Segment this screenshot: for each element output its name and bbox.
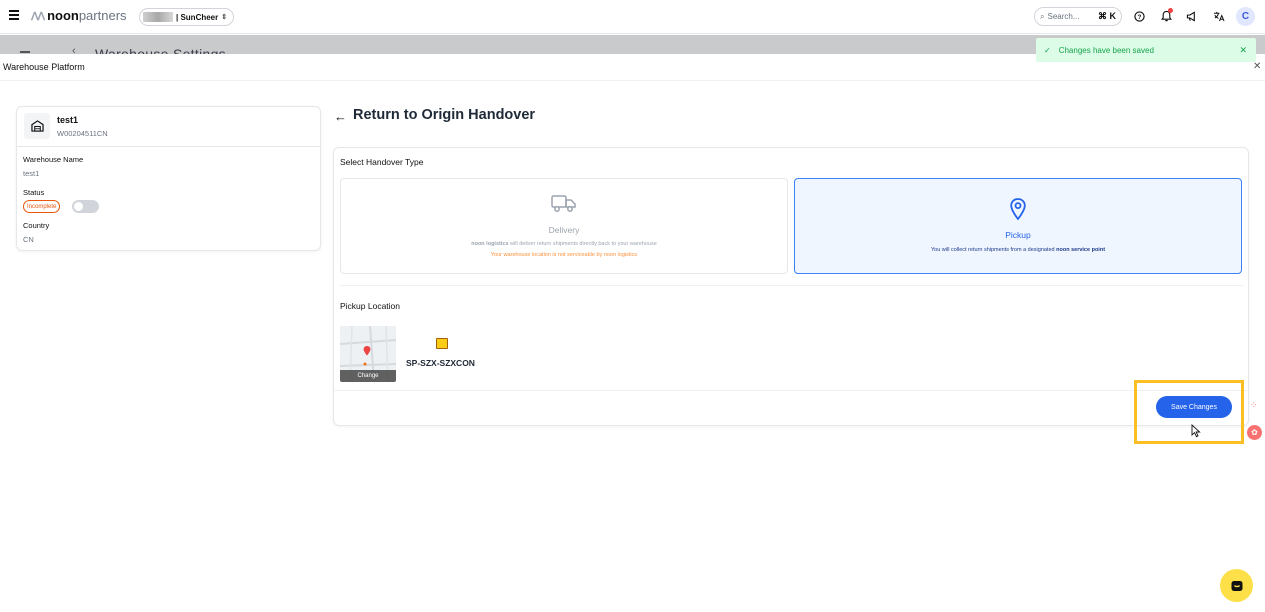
modal-title: Warehouse Platform [3,62,85,72]
handover-settings-card: Select Handover Type Delivery noon logis… [333,147,1249,426]
change-location-button[interactable]: Change [340,370,396,382]
translate-icon[interactable] [1211,8,1227,24]
store-selector[interactable]: | SunCheer ⇕ [139,8,235,26]
warehouse-name-label: Warehouse Name [23,155,84,164]
section-divider [340,285,1243,286]
status-badge: Incomplete [23,200,61,213]
toast-message: Changes have been saved [1058,45,1154,55]
warehouse-platform-modal: Warehouse Platform ✕ test1 W00204511CN W… [0,54,1265,612]
chat-icon [1231,580,1242,591]
logo-brand: noon [47,8,79,23]
logo[interactable]: ᐱᐱ noonpartners [31,8,127,23]
check-icon: ✓ [1044,45,1051,55]
warehouse-summary-card: test1 W00204511CN Warehouse Name test1 S… [16,106,321,251]
mouse-cursor-icon [1191,423,1201,443]
warehouse-name-value: test1 [23,169,40,178]
close-icon[interactable]: ✕ [1253,61,1261,72]
search-placeholder: Search... [1047,12,1080,21]
pickup-location-name: SP-SZX-SZXCON [406,358,475,368]
chat-support-button[interactable] [1220,569,1253,602]
warehouse-code: W00204511CN [57,129,108,138]
service-point-icon [436,338,448,349]
side-helper-icon[interactable]: ✿ [1247,425,1262,440]
side-widget-icon[interactable]: ⁘ [1250,400,1258,411]
status-label: Status [23,188,45,197]
footer-divider [334,390,1248,391]
delivery-warning: Your warehouse location is not serviceab… [490,252,638,258]
toast-close-icon[interactable]: ✕ [1239,45,1247,56]
notification-icon[interactable] [1158,8,1174,24]
highlight-annotation [1134,380,1244,444]
country-value: CN [23,235,34,244]
map-thumbnail[interactable]: Change [340,326,396,382]
search-input[interactable]: ⌕ Search... ⌘ K [1034,7,1122,26]
pickup-option[interactable]: Pickup You will collect return shipments… [794,178,1242,274]
location-pin-icon [795,198,1241,220]
svg-text:?: ? [1137,13,1141,20]
pickup-location-label: Pickup Location [340,301,401,311]
pickup-description: You will collect return shipments from a… [795,247,1241,253]
pickup-desc-text: You will collect return shipments from a… [930,247,1055,253]
search-shortcut: ⌘ K [1098,11,1116,21]
logo-mark-icon: ᐱᐱ [31,11,45,23]
store-name: | SunCheer [176,12,219,22]
chevron-updown-icon: ⇕ [221,14,228,21]
user-avatar[interactable]: C [1236,7,1255,26]
warehouse-icon [24,113,50,139]
help-icon[interactable]: ? [1131,8,1147,24]
background-back-icon: ‹ [72,45,76,54]
country-label: Country [23,221,50,230]
status-toggle[interactable] [72,200,99,213]
pickup-title: Pickup [1005,230,1031,240]
store-avatar [143,12,173,22]
background-page-title: Warehouse Settings [95,46,226,54]
warehouse-card-header: test1 W00204511CN [17,107,320,147]
delivery-description: noon logistics will deliver return shipm… [341,241,787,247]
top-bar: ᐱᐱ noonpartners | SunCheer ⇕ ⌕ Search... … [0,0,1265,34]
announcement-icon[interactable] [1184,8,1200,24]
handover-type-label: Select Handover Type [340,157,424,167]
page-title: Return to Origin Handover [353,107,536,123]
logo-suffix: partners [78,8,127,23]
pickup-desc-brand: noon service point [1056,247,1106,253]
delivery-desc-brand: noon logistics [471,241,509,247]
delivery-title: Delivery [548,225,580,235]
search-icon: ⌕ [1040,11,1045,21]
delivery-option[interactable]: Delivery noon logistics will deliver ret… [340,178,788,274]
delivery-desc-text: will deliver return shipments directly b… [510,241,657,247]
notification-dot [1168,8,1173,13]
success-toast: ✓ Changes have been saved ✕ [1036,38,1256,62]
truck-icon [341,193,787,213]
back-arrow-icon[interactable]: ← [334,109,347,124]
background-menu-icon [20,51,30,53]
warehouse-name: test1 [57,115,79,125]
menu-icon[interactable] [9,10,19,20]
